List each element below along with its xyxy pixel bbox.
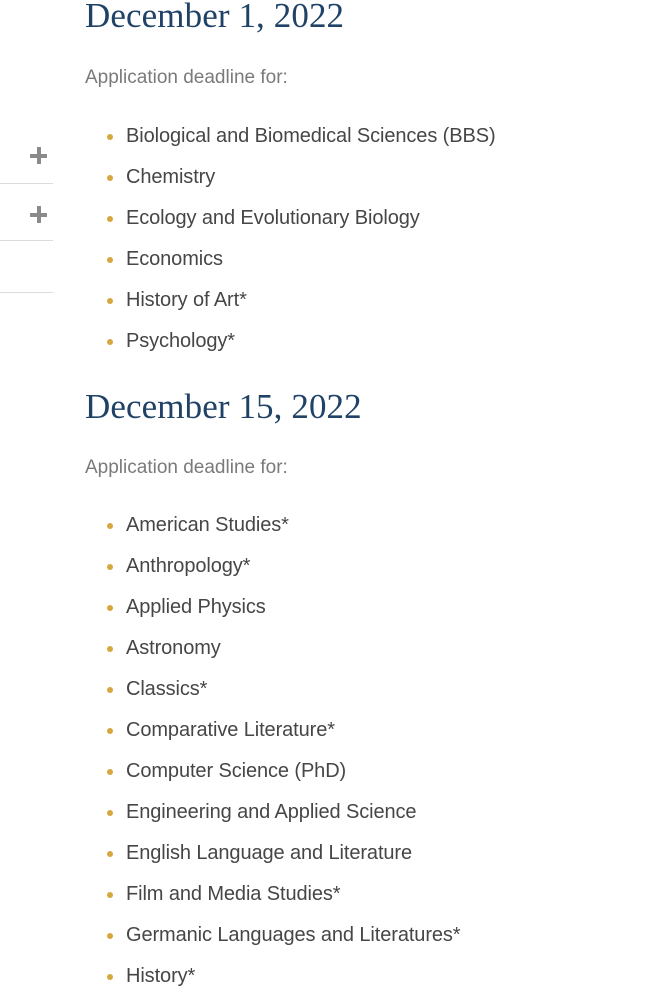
list-item: Engineering and Applied Science xyxy=(85,792,461,833)
accordion-row-2[interactable] xyxy=(0,206,53,240)
list-item: Chemistry xyxy=(85,157,496,198)
deadline-subtitle: Application deadline for: xyxy=(85,67,288,88)
accordion-row-1[interactable] xyxy=(0,147,53,183)
program-list: Biological and Biomedical Sciences (BBS)… xyxy=(85,116,496,362)
section-title: December 15, 2022 xyxy=(85,387,362,426)
list-item: Classics* xyxy=(85,669,461,710)
list-item: Film and Media Studies* xyxy=(85,874,461,915)
list-item: Computer Science (PhD) xyxy=(85,751,461,792)
deadline-subtitle: Application deadline for: xyxy=(85,457,288,478)
list-item: Psychology* xyxy=(85,321,496,362)
list-item: Astronomy xyxy=(85,628,461,669)
list-item: History* xyxy=(85,956,461,997)
page-title: December 1, 2022 xyxy=(85,0,345,35)
list-item: History of Art* xyxy=(85,280,496,321)
list-item: English Language and Literature xyxy=(85,833,461,874)
accordion-divider-1 xyxy=(0,183,53,184)
list-item: Ecology and Evolutionary Biology xyxy=(85,198,496,239)
list-item: Anthropology* xyxy=(85,546,461,587)
accordion-divider-3 xyxy=(0,292,53,293)
list-item: Economics xyxy=(85,239,496,280)
page-root: December 1, 2022 Application deadline fo… xyxy=(0,0,662,1000)
program-list: American Studies* Anthropology* Applied … xyxy=(85,505,461,997)
list-item: American Studies* xyxy=(85,505,461,546)
accordion-divider-2 xyxy=(0,240,53,241)
list-item: Comparative Literature* xyxy=(85,710,461,751)
list-item: Germanic Languages and Literatures* xyxy=(85,915,461,956)
plus-icon[interactable] xyxy=(30,206,47,223)
plus-icon[interactable] xyxy=(30,147,47,164)
list-item: Biological and Biomedical Sciences (BBS) xyxy=(85,116,496,157)
list-item: Applied Physics xyxy=(85,587,461,628)
accordion-rail xyxy=(0,0,53,1000)
